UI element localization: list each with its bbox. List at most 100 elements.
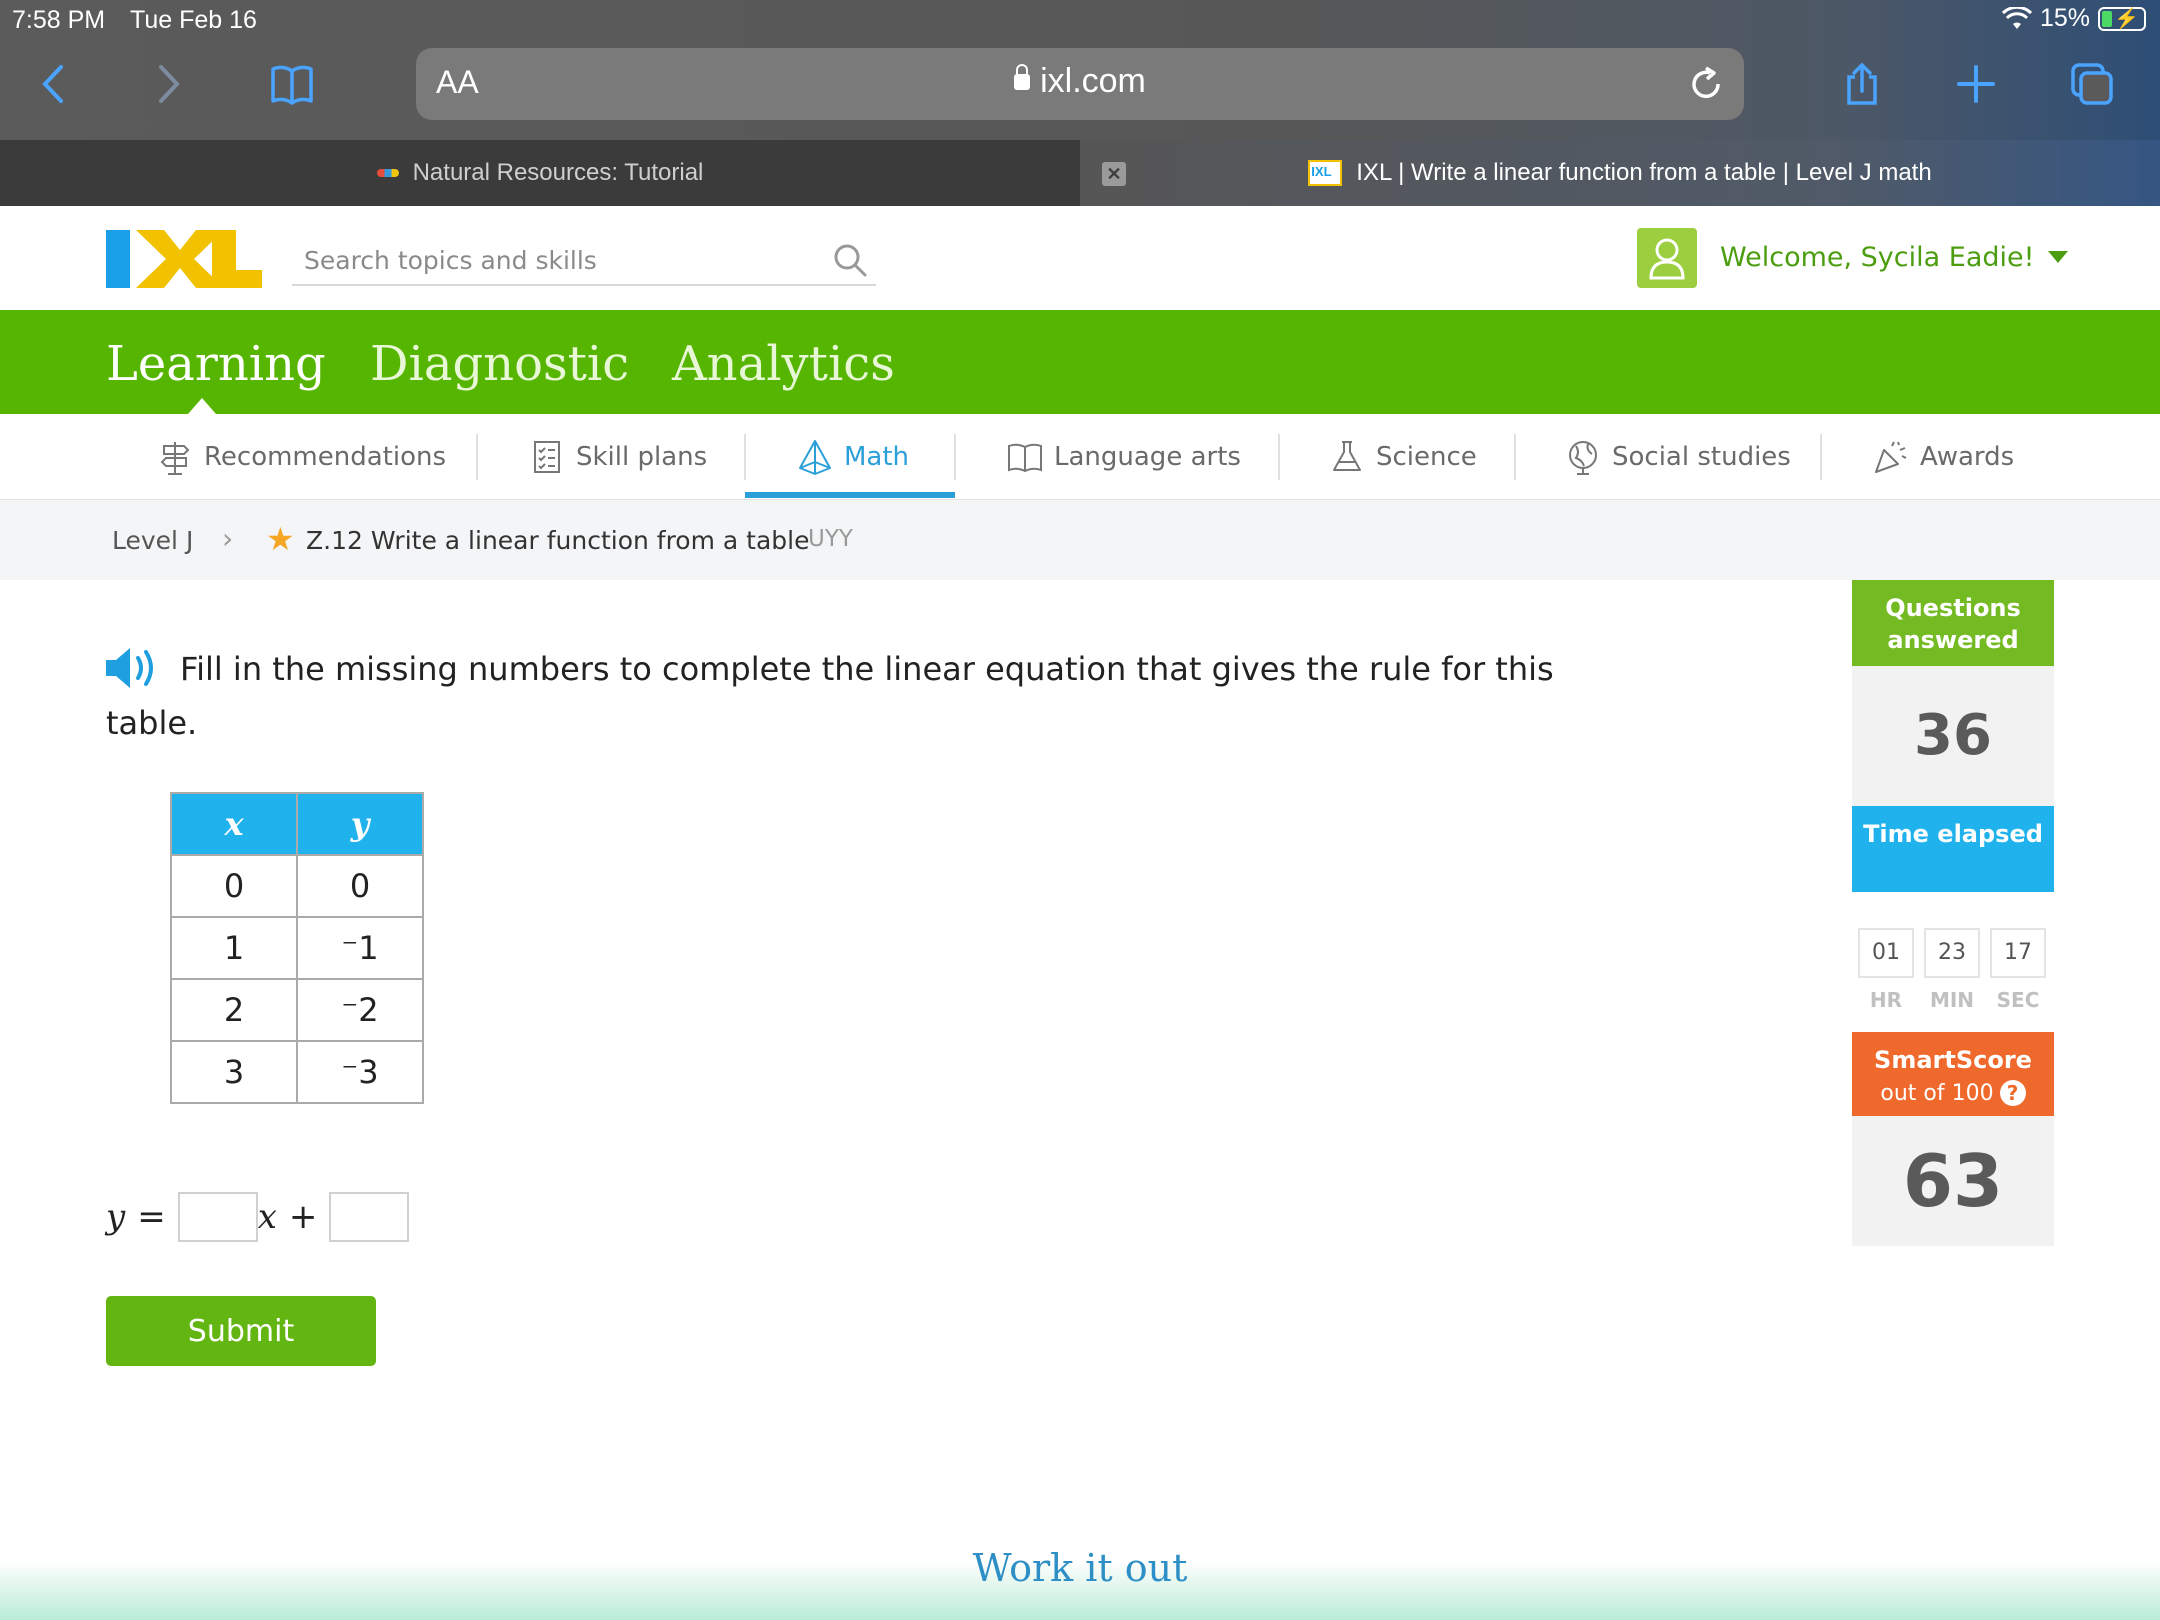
smartscore-subtitle: out of 100? <box>1852 1076 2054 1110</box>
table-cell: 1 <box>170 916 298 980</box>
status-time: 7:58 PM <box>12 6 106 34</box>
equation-equals: = <box>137 1197 166 1237</box>
browser-tab-title: IXL | Write a linear function from a tab… <box>1356 159 1932 186</box>
ixl-logo[interactable] <box>106 230 262 288</box>
tab-science[interactable]: Science <box>1328 414 1477 500</box>
tab-skill-plans[interactable]: Skill plans <box>528 414 707 500</box>
table-cell: ⁻3 <box>296 1040 424 1104</box>
subject-tabs: Recommendations Skill plans Math Languag… <box>0 414 2160 500</box>
chevron-left-icon <box>42 65 63 103</box>
breadcrumb: Level J › ★ Z.12 Write a linear function… <box>0 500 2160 580</box>
table-cell: ⁻1 <box>296 916 424 980</box>
tab-awards[interactable]: Awards <box>1872 414 2014 500</box>
table-cell: 3 <box>170 1040 298 1104</box>
time-hours: 01 <box>1858 928 1914 978</box>
search-icon[interactable] <box>832 242 868 278</box>
nav-learning[interactable]: Learning <box>106 336 326 392</box>
tab-label: Skill plans <box>576 442 708 472</box>
plus-icon <box>1957 65 1995 103</box>
equation-plus: + <box>288 1197 318 1237</box>
main-nav: Learning Diagnostic Analytics <box>0 310 2160 414</box>
chevron-right-icon <box>159 65 180 103</box>
tab-label: Awards <box>1920 442 2015 472</box>
questions-answered-label: Questions answered <box>1852 580 2054 666</box>
equation-lhs: y <box>106 1197 126 1237</box>
time-seconds: 17 <box>1990 928 2046 978</box>
tab-label: Social studies <box>1612 442 1791 472</box>
forward-button[interactable] <box>138 58 198 110</box>
back-button[interactable] <box>24 58 84 110</box>
battery-percent: 15% <box>2039 4 2090 32</box>
smartscore-sub: out of 100 <box>1880 1081 1994 1106</box>
nav-analytics[interactable]: Analytics <box>672 336 895 392</box>
smartscore-label: SmartScore <box>1874 1046 2032 1074</box>
search-bar <box>292 236 876 286</box>
browser-tab-ixl[interactable]: ✕ IXL | Write a linear function from a t… <box>1080 140 2160 206</box>
tab-social-studies[interactable]: Social studies <box>1564 414 1791 500</box>
tab-label: Recommendations <box>204 442 447 472</box>
function-table: x y 00 1 ⁻1 2 ⁻2 3 ⁻3 <box>170 792 424 1104</box>
table-row: 3 ⁻3 <box>170 1040 424 1104</box>
close-icon[interactable]: ✕ <box>1102 162 1126 186</box>
tab-math[interactable]: Math <box>796 414 909 500</box>
bookmarks-button[interactable] <box>262 58 322 110</box>
account-menu[interactable]: Welcome, Sycila Eadie! <box>1720 242 2069 273</box>
share-button[interactable] <box>1832 58 1892 110</box>
tab-language-arts[interactable]: Language arts <box>1006 414 1241 500</box>
skill-code: UYY <box>808 526 853 552</box>
equation: y = x + <box>106 1192 410 1242</box>
tab-divider <box>1514 434 1516 480</box>
tab-overview-button[interactable] <box>2062 58 2122 110</box>
table-cell: ⁻2 <box>296 978 424 1042</box>
share-icon <box>1847 62 1877 105</box>
table-header-x: x <box>170 792 298 856</box>
pyramid-icon <box>799 440 831 475</box>
tab-label: Math <box>844 442 910 472</box>
table-header-y: y <box>296 792 424 856</box>
table-row: 1 ⁻1 <box>170 916 424 980</box>
time-unit-min: MIN <box>1929 988 1975 1012</box>
time-unit-hr: HR <box>1869 988 1903 1012</box>
battery-icon: ⚡ <box>2098 6 2146 31</box>
time-unit-sec: SEC <box>1996 988 2040 1012</box>
status-date: Tue Feb 16 <box>130 6 257 34</box>
active-tab-underline <box>745 492 955 498</box>
help-icon[interactable]: ? <box>1999 1080 2026 1106</box>
intercept-input[interactable] <box>329 1192 410 1242</box>
smartscore-value: 63 <box>1852 1116 2054 1246</box>
questions-answered-value: 36 <box>1852 666 2054 806</box>
smartscore-header: SmartScore out of 100? <box>1852 1032 2054 1116</box>
tab-divider <box>476 434 478 480</box>
tab-divider <box>744 434 746 480</box>
tab-divider <box>954 434 956 480</box>
status-right: 15% ⚡ <box>2001 4 2146 33</box>
user-icon <box>1649 238 1685 280</box>
lock-icon <box>1014 64 1031 90</box>
url-text: ixl.com <box>1040 62 1146 100</box>
welcome-text: Welcome, Sycila Eadie! <box>1720 242 2035 273</box>
table-cell: 0 <box>296 854 424 918</box>
address-bar[interactable]: AA ixl.com <box>416 48 1744 120</box>
url-display[interactable]: ixl.com <box>416 62 1744 101</box>
flask-icon <box>1333 441 1361 471</box>
tab-recommendations[interactable]: Recommendations <box>156 414 446 500</box>
table-cell: 0 <box>170 854 298 918</box>
avatar[interactable] <box>1637 228 1697 288</box>
globe-icon <box>1569 441 1597 475</box>
slope-input[interactable] <box>177 1192 258 1242</box>
browser-tab-title: Natural Resources: Tutorial <box>412 159 704 186</box>
submit-button[interactable]: Submit <box>106 1296 376 1366</box>
browser-tab-natural-resources[interactable]: Natural Resources: Tutorial <box>0 140 1080 206</box>
breadcrumb-level[interactable]: Level J <box>112 526 193 555</box>
tab-divider <box>1278 434 1280 480</box>
caret-down-icon <box>2048 251 2069 263</box>
tab-label: Language arts <box>1054 442 1241 472</box>
reload-icon[interactable] <box>1688 66 1724 102</box>
tab-label: Science <box>1376 442 1477 472</box>
checklist-icon <box>534 441 560 473</box>
new-tab-button[interactable] <box>1946 58 2006 110</box>
search-input[interactable] <box>304 242 804 278</box>
ixl-header: Welcome, Sycila Eadie! <box>0 206 2160 310</box>
party-popper-icon <box>1875 441 1907 473</box>
nav-diagnostic[interactable]: Diagnostic <box>370 336 629 392</box>
